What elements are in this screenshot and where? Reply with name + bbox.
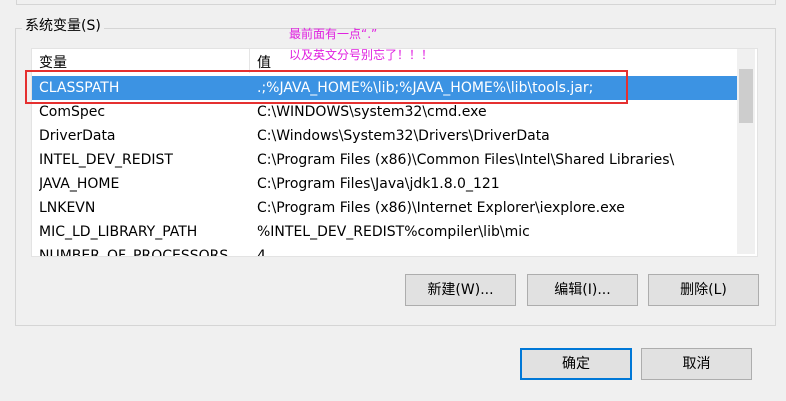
list-row-driverdata[interactable]: DriverData C:\Windows\System32\Drivers\D… [32,124,738,148]
variable-value: .;%JAVA_HOME%\lib;%JAVA_HOME%\lib\tools.… [257,80,594,96]
previous-groupbox-edge [16,0,776,5]
variable-value: C:\Program Files (x86)\Common Files\Inte… [257,152,675,168]
variable-name: CLASSPATH [39,80,120,96]
variable-value: C:\Program Files\Java\jdk1.8.0_121 [257,176,500,192]
list-row-java-home[interactable]: JAVA_HOME C:\Program Files\Java\jdk1.8.0… [32,172,738,196]
column-header-variable[interactable]: 变量 [32,49,250,73]
new-button[interactable]: 新建(W)... [405,274,516,306]
cancel-button[interactable]: 取消 [641,348,752,380]
ok-button[interactable]: 确定 [520,348,632,380]
variable-name: DriverData [39,128,116,144]
variable-name: LNKEVN [39,200,96,216]
delete-button[interactable]: 删除(L) [648,274,759,306]
variable-name: NUMBER_OF_PROCESSORS [39,248,229,257]
system-variables-label: 系统变量(S) [22,17,104,35]
list-vertical-scrollbar[interactable] [737,49,755,254]
variable-value: C:\WINDOWS\system32\cmd.exe [257,104,487,120]
annotation-line-1: 最前面有一点“.” [289,27,378,41]
variable-name: MIC_LD_LIBRARY_PATH [39,224,198,240]
variable-value: 4 [257,248,266,257]
list-row-intel-dev-redist[interactable]: INTEL_DEV_REDIST C:\Program Files (x86)\… [32,148,738,172]
edit-button[interactable]: 编辑(I)... [527,274,638,306]
annotation-line-2: 以及英文分号别忘了！！！ [289,48,434,62]
list-row-number-of-processors[interactable]: NUMBER_OF_PROCESSORS 4 [32,244,738,257]
variable-name: JAVA_HOME [39,176,120,192]
variable-name: INTEL_DEV_REDIST [39,152,173,168]
list-rows: CLASSPATH .;%JAVA_HOME%\lib;%JAVA_HOME%\… [32,76,738,257]
list-row-classpath[interactable]: CLASSPATH .;%JAVA_HOME%\lib;%JAVA_HOME%\… [32,76,738,100]
variable-name: ComSpec [39,104,106,120]
variable-value: C:\Program Files (x86)\Internet Explorer… [257,200,625,216]
system-variables-list[interactable]: 变量 值 CLASSPATH .;%JAVA_HOME%\lib;%JAVA_H… [31,48,758,257]
list-row-lnkevn[interactable]: LNKEVN C:\Program Files (x86)\Internet E… [32,196,738,220]
list-row-mic-ld-library-path[interactable]: MIC_LD_LIBRARY_PATH %INTEL_DEV_REDIST%co… [32,220,738,244]
variable-value: C:\Windows\System32\Drivers\DriverData [257,128,550,144]
list-row-comspec[interactable]: ComSpec C:\WINDOWS\system32\cmd.exe [32,100,738,124]
scrollbar-thumb[interactable] [739,69,753,123]
variable-value: %INTEL_DEV_REDIST%compiler\lib\mic [257,224,530,240]
